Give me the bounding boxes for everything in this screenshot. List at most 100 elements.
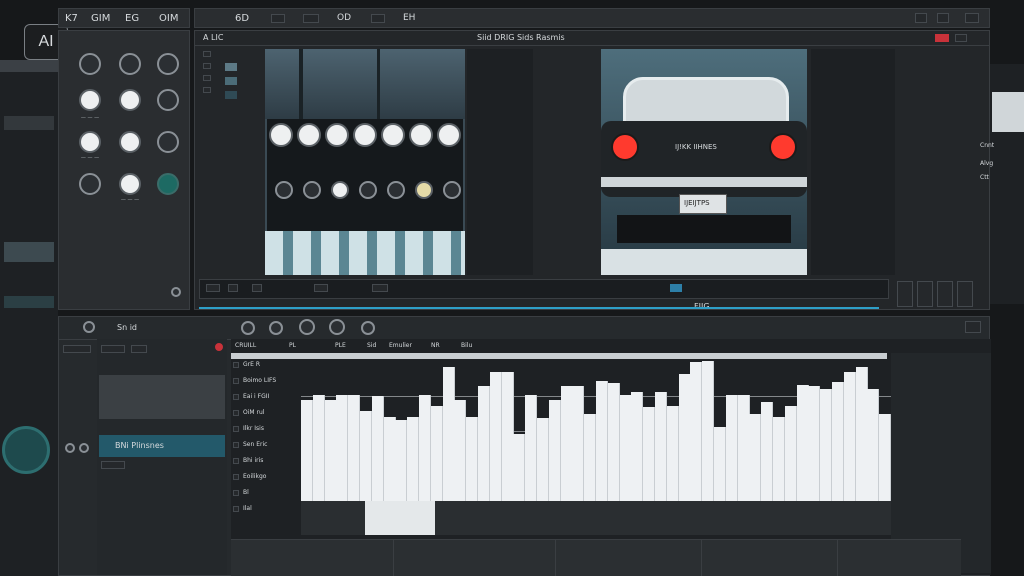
window-restore-button[interactable] bbox=[937, 13, 949, 23]
transport-button-2[interactable] bbox=[228, 284, 238, 292]
knob-5[interactable] bbox=[119, 89, 141, 111]
track-label[interactable]: GrE R bbox=[243, 361, 260, 368]
toolbar-item-eh[interactable]: EH bbox=[403, 13, 415, 23]
clip-list-thumbnail[interactable] bbox=[99, 375, 225, 419]
bottom-divider-4 bbox=[837, 540, 838, 576]
knob-3[interactable] bbox=[157, 53, 179, 75]
clip-list-record-button[interactable] bbox=[215, 343, 223, 351]
seq-side-button-1[interactable] bbox=[63, 345, 91, 353]
viewer-record-button[interactable] bbox=[935, 34, 949, 42]
track-label[interactable]: Boimo LIFS bbox=[243, 377, 276, 384]
clip-preview-car[interactable]: IJ!KK IIHNES IJEIJTPS bbox=[601, 49, 807, 275]
menu-item-eg[interactable]: EG bbox=[125, 13, 139, 24]
seq-control-4[interactable] bbox=[329, 319, 345, 335]
seq-control-1[interactable] bbox=[241, 321, 255, 335]
sequence-tab[interactable]: Sn id bbox=[117, 323, 137, 332]
track-label[interactable]: Bhi iris bbox=[243, 457, 263, 464]
knob-6[interactable] bbox=[157, 89, 179, 111]
toolbar-item-od[interactable]: OD bbox=[337, 13, 351, 23]
clip-preview-rack[interactable] bbox=[265, 49, 465, 275]
right-tab-2[interactable]: Alvg bbox=[980, 160, 993, 167]
viewer-side-button-4[interactable] bbox=[957, 281, 973, 307]
seq-side-icon-2[interactable] bbox=[65, 443, 75, 453]
viewer-side-button-1[interactable] bbox=[897, 281, 913, 307]
track-label[interactable]: Sen Eric bbox=[243, 441, 267, 448]
timeline-clip-block[interactable] bbox=[365, 501, 435, 535]
timeline-ruler[interactable] bbox=[231, 353, 887, 359]
bottom-divider-3 bbox=[701, 540, 702, 576]
track-toggle-button[interactable] bbox=[233, 426, 239, 432]
seq-side-icon-3[interactable] bbox=[79, 443, 89, 453]
tool-button-3[interactable] bbox=[203, 75, 211, 81]
timeline-lower-track[interactable] bbox=[301, 501, 891, 535]
transport-button-1[interactable] bbox=[206, 284, 220, 292]
track-toggle-button[interactable] bbox=[233, 410, 239, 416]
track-toggle-button[interactable] bbox=[233, 458, 239, 464]
seq-control-3[interactable] bbox=[299, 319, 315, 335]
toolbar-button-2[interactable] bbox=[303, 14, 319, 23]
knob-11[interactable] bbox=[119, 173, 141, 195]
knob-4[interactable] bbox=[79, 89, 101, 111]
transport-button-4[interactable] bbox=[314, 284, 328, 292]
track-label[interactable]: OiM rul bbox=[243, 409, 264, 416]
timeline-toolbar-label-7[interactable]: Bilu bbox=[461, 342, 472, 349]
sequence-settings-button[interactable] bbox=[965, 321, 981, 333]
knob-8[interactable] bbox=[119, 131, 141, 153]
knob-10[interactable] bbox=[79, 173, 101, 195]
window-minimize-button[interactable] bbox=[915, 13, 927, 23]
clip-list-item-selected[interactable]: BNi Plinsnes bbox=[99, 435, 225, 457]
bottom-divider-1 bbox=[393, 540, 394, 576]
viewer-side-button-2[interactable] bbox=[917, 281, 933, 307]
seq-control-5[interactable] bbox=[361, 321, 375, 335]
knob-9[interactable] bbox=[157, 131, 179, 153]
track-toggle-button[interactable] bbox=[233, 490, 239, 496]
right-tab-1[interactable]: Cnnt bbox=[980, 142, 994, 149]
clip-list-button-1[interactable] bbox=[101, 345, 125, 353]
timeline-toolbar-label-2[interactable]: PL bbox=[289, 342, 296, 349]
timeline-toolbar-label-5[interactable]: Emulier bbox=[389, 342, 412, 349]
viewer-side-button-3[interactable] bbox=[937, 281, 953, 307]
knob-12[interactable] bbox=[157, 173, 179, 195]
knob-2[interactable] bbox=[119, 53, 141, 75]
tool-button-1[interactable] bbox=[203, 51, 211, 57]
toolbar-item-6d[interactable]: 6D bbox=[235, 13, 249, 24]
track-toggle-button[interactable] bbox=[233, 474, 239, 480]
timeline-toolbar-label-4[interactable]: Sid bbox=[367, 342, 376, 349]
timeline-scrub-line[interactable] bbox=[199, 307, 879, 309]
right-tab-3[interactable]: Ctt bbox=[980, 174, 989, 181]
track-label[interactable]: Ilkr Isis bbox=[243, 425, 264, 432]
transport-button-6[interactable] bbox=[670, 284, 682, 292]
transport-button-3[interactable] bbox=[252, 284, 262, 292]
transport-button-5[interactable] bbox=[372, 284, 388, 292]
seq-control-2[interactable] bbox=[269, 321, 283, 335]
timeline-toolbar-label-1[interactable]: CRUILL bbox=[235, 342, 256, 349]
viewer-options-button[interactable] bbox=[955, 34, 967, 42]
track-toggle-button[interactable] bbox=[233, 506, 239, 512]
track-toggle-button[interactable] bbox=[233, 442, 239, 448]
track-label[interactable]: Eai i FGII bbox=[243, 393, 269, 400]
volume-meter[interactable] bbox=[301, 361, 892, 501]
window-close-button[interactable] bbox=[965, 13, 979, 23]
tool-button-2[interactable] bbox=[203, 63, 211, 69]
tool-button-4[interactable] bbox=[203, 87, 211, 93]
toolbar-button-1[interactable] bbox=[271, 14, 285, 23]
right-strip-display bbox=[992, 92, 1024, 132]
track-toggle-button[interactable] bbox=[233, 378, 239, 384]
sequence-home-icon[interactable] bbox=[83, 321, 95, 333]
track-toggle-button[interactable] bbox=[233, 394, 239, 400]
track-label[interactable]: Eoilikgo bbox=[243, 473, 266, 480]
menu-item-k7[interactable]: K7 bbox=[65, 13, 78, 24]
clip-list-button-2[interactable] bbox=[131, 345, 147, 353]
timeline-toolbar-label-3[interactable]: PLE bbox=[335, 342, 346, 349]
track-label[interactable]: Bl bbox=[243, 489, 249, 496]
knob-7[interactable] bbox=[79, 131, 101, 153]
track-toggle-button[interactable] bbox=[233, 362, 239, 368]
bottom-divider-2 bbox=[555, 540, 556, 576]
menu-item-gim[interactable]: GIM bbox=[91, 13, 110, 24]
timeline-toolbar-label-6[interactable]: NR bbox=[431, 342, 440, 349]
toolbar-button-3[interactable] bbox=[371, 14, 385, 23]
knob-1[interactable] bbox=[79, 53, 101, 75]
menu-item-oim[interactable]: OIM bbox=[159, 13, 178, 24]
track-label[interactable]: Ilal bbox=[243, 505, 252, 512]
clip-list-button-3[interactable] bbox=[101, 461, 125, 469]
